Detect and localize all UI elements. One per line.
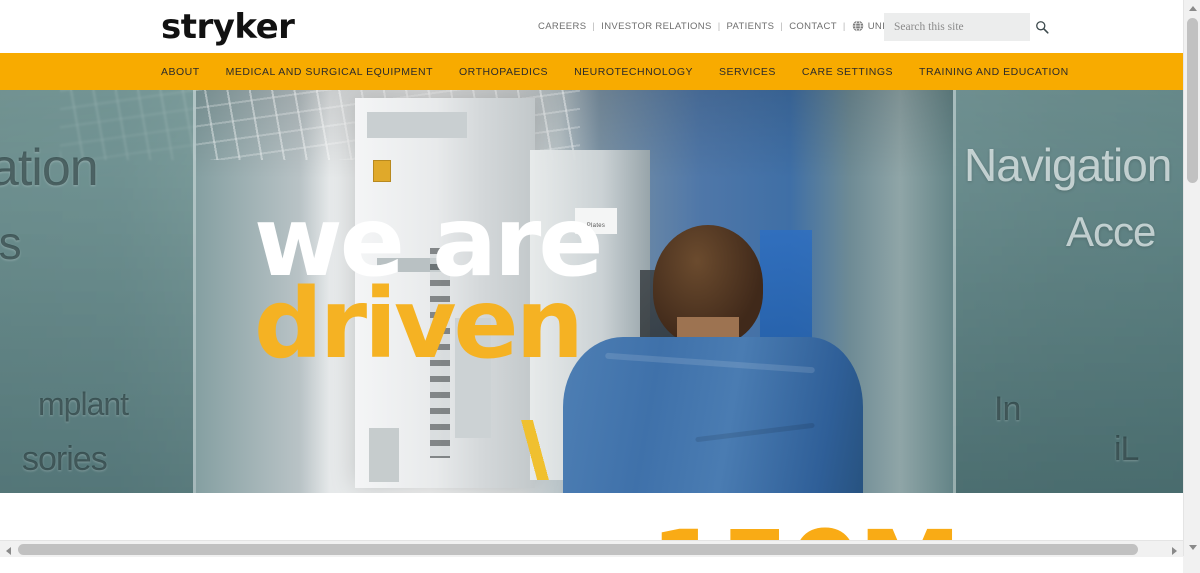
nav-item-medical-and-surgical-equipment[interactable]: MEDICAL AND SURGICAL EQUIPMENT [226,66,433,78]
search-icon[interactable] [1035,20,1049,34]
stryker-logo[interactable]: stryker [161,8,295,46]
site-header: stryker CAREERS | INVESTOR RELATIONS | P… [0,0,1183,53]
nav-item-neurotechnology[interactable]: NEUROTECHNOLOGY [574,66,693,78]
hero-headline-line-2: driven [254,268,584,381]
scroll-right-arrow-icon[interactable] [1166,541,1183,557]
site-search[interactable] [884,13,1049,41]
nav-item-services[interactable]: SERVICES [719,66,776,78]
horizontal-scrollbar[interactable] [0,540,1183,557]
scroll-left-arrow-icon[interactable] [0,541,17,557]
glass-etching-right-3: In [994,390,1021,428]
page-content: stryker CAREERS | INVESTOR RELATIONS | P… [0,0,1183,557]
vertical-scrollbar-thumb[interactable] [1187,18,1198,183]
nav-item-about[interactable]: ABOUT [161,66,200,78]
scrollbar-corner [1183,556,1200,573]
browser-viewport: stryker CAREERS | INVESTOR RELATIONS | P… [0,0,1200,573]
nav-item-training-and-education[interactable]: TRAINING AND EDUCATION [919,66,1069,78]
horizontal-scrollbar-thumb[interactable] [18,544,1138,555]
search-input[interactable] [894,21,1035,33]
glass-etching-left-3: mplant [38,386,129,422]
utility-link-patients[interactable]: PATIENTS [727,21,775,32]
utility-separator: | [780,20,784,32]
utility-link-careers[interactable]: CAREERS [538,21,586,32]
glass-etching-left-4: sories [22,440,108,478]
scroll-down-arrow-icon[interactable] [1184,539,1200,556]
scroll-up-arrow-icon[interactable] [1184,0,1200,17]
hero-headline: we are driven [254,194,603,381]
glass-panel-left: gation ns mplant sories [0,90,196,493]
glass-etching-left-2: ns [0,217,22,269]
utility-separator: | [717,20,721,32]
nav-item-care-settings[interactable]: CARE SETTINGS [802,66,893,78]
vertical-scrollbar[interactable] [1183,0,1200,573]
nav-item-orthopaedics[interactable]: ORTHOPAEDICS [459,66,548,78]
glass-etching-right-2: Acce [1066,208,1156,255]
glass-etching-right-4: iL [1114,430,1139,468]
glass-etching-right-1: Navigation [964,139,1172,191]
utility-separator: | [592,20,596,32]
utility-link-investor-relations[interactable]: INVESTOR RELATIONS [601,21,711,32]
globe-icon [852,20,864,32]
main-navigation: ABOUT MEDICAL AND SURGICAL EQUIPMENT ORT… [0,53,1183,90]
hero-banner: Plates gation ns mplant sories Navigatio… [0,90,1183,493]
utility-link-contact[interactable]: CONTACT [789,21,837,32]
glass-etching-left-1: gation [0,139,99,197]
utility-separator: | [842,20,846,32]
glass-panel-right: Navigation Acce In iL tion [953,90,1183,493]
